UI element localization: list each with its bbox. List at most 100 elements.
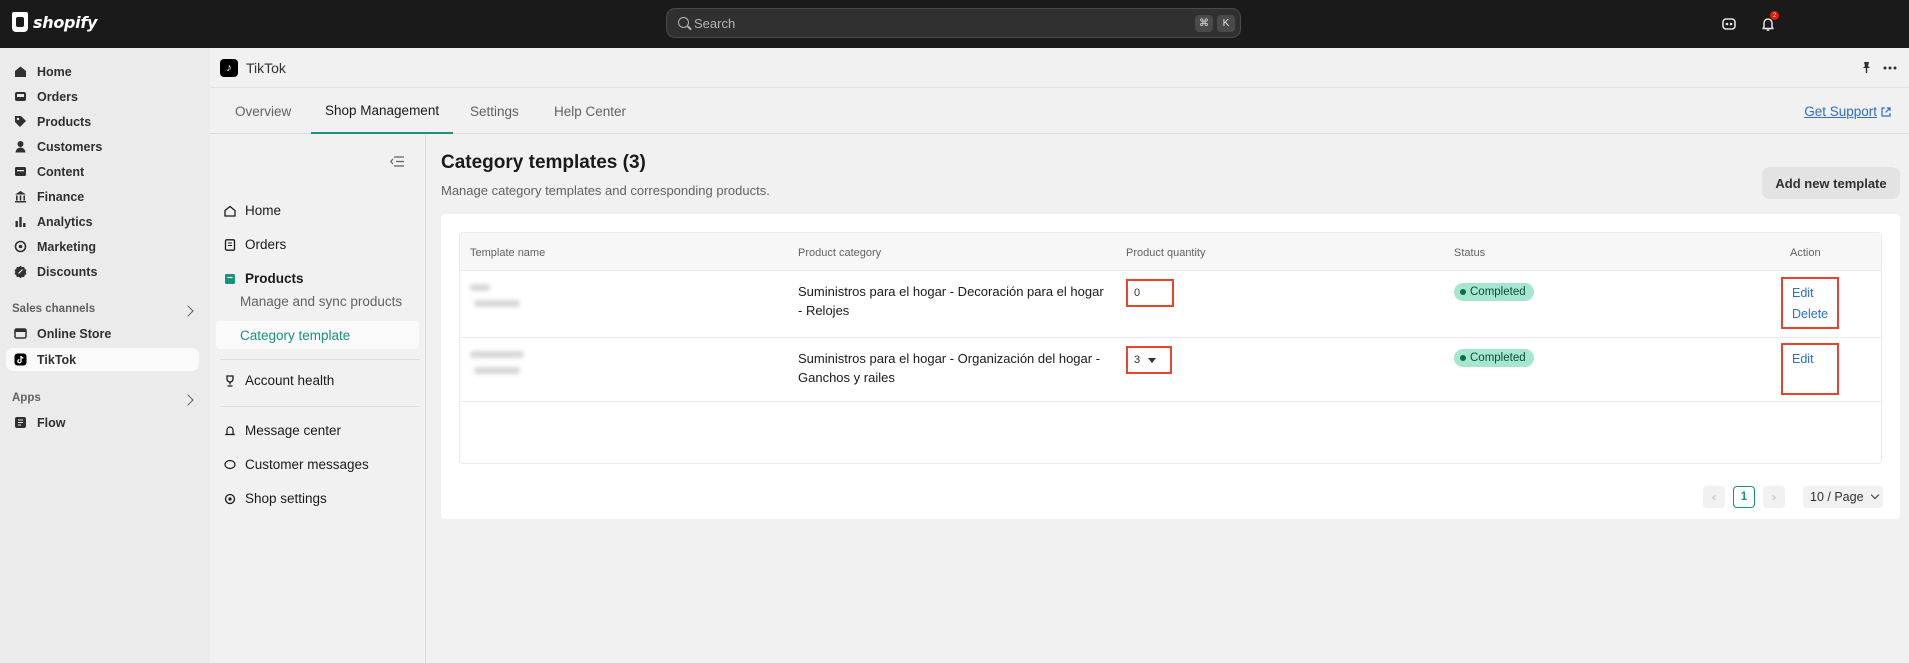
flow-icon	[15, 417, 26, 428]
redacted-template-name	[474, 367, 520, 374]
sales-channels-chevron-icon[interactable]	[182, 305, 194, 317]
nav-tiktok[interactable]: TikTok	[6, 348, 199, 371]
sales-channels-label: Sales channels	[12, 303, 96, 315]
collapse-menu-icon[interactable]	[390, 156, 404, 167]
person-icon	[15, 141, 26, 153]
redacted-template-name	[470, 284, 490, 291]
shopify-logo[interactable]: shopify	[12, 12, 97, 32]
quantity-input[interactable]: 0	[1126, 279, 1174, 307]
page-size-select[interactable]: 10 / Page	[1803, 486, 1883, 508]
target-icon	[14, 240, 27, 253]
next-page-button[interactable]: ›	[1763, 486, 1785, 508]
nav-tiktok-label: TikTok	[37, 352, 77, 367]
bell-icon[interactable]: 2	[1758, 11, 1779, 34]
inner-nav-customer-messages-label: Customer messages	[245, 457, 369, 472]
redacted-template-name	[470, 351, 524, 358]
nav-analytics[interactable]: Analytics	[6, 210, 199, 233]
templates-panel: Template name Product category Product q…	[441, 214, 1900, 519]
store-icon	[14, 328, 27, 339]
tag-icon	[15, 116, 26, 127]
inner-nav-account-health-label: Account health	[245, 373, 335, 388]
page-title: Category templates (3)	[441, 152, 646, 173]
add-new-template-button[interactable]: Add new template	[1762, 167, 1900, 199]
row-actions: Edit Delete	[1781, 277, 1839, 329]
inner-nav-customer-messages[interactable]: Customer messages	[224, 457, 369, 472]
nav-discounts[interactable]: Discounts	[6, 260, 199, 283]
table-header: Template name Product category Product q…	[460, 233, 1881, 271]
edit-link[interactable]: Edit	[1792, 285, 1837, 301]
table-row: Suministros para el hogar - Organización…	[460, 339, 1881, 402]
col-product-quantity: Product quantity	[1126, 247, 1206, 259]
delete-link[interactable]: Delete	[1792, 306, 1837, 322]
shopify-wordmark: shopify	[33, 12, 98, 32]
nav-home[interactable]: Home	[6, 60, 199, 83]
bank-icon	[15, 191, 26, 203]
col-status: Status	[1454, 247, 1486, 259]
edit-link[interactable]: Edit	[1792, 351, 1837, 367]
inner-nav-home[interactable]: Home	[224, 203, 281, 218]
inner-nav-category-template[interactable]: Category template	[216, 321, 419, 349]
nav-products[interactable]: Products	[6, 110, 199, 133]
get-support-link[interactable]: Get Support	[1804, 104, 1891, 119]
tab-shop-management[interactable]: Shop Management	[311, 88, 454, 134]
inner-nav-products[interactable]: Products	[224, 271, 304, 286]
tab-settings[interactable]: Settings	[470, 88, 519, 134]
pin-icon[interactable]	[1860, 61, 1873, 74]
page-number-button[interactable]: 1	[1733, 486, 1755, 508]
tiktok-app-logo-icon: ♪	[220, 59, 238, 77]
quantity-value: 0	[1134, 287, 1141, 299]
inner-nav-message-center[interactable]: Message center	[224, 423, 341, 438]
quantity-select[interactable]: 3	[1126, 346, 1172, 374]
nav-flow-label: Flow	[37, 415, 66, 430]
nav-finance-label: Finance	[37, 189, 85, 204]
more-options-icon[interactable]	[1883, 66, 1897, 70]
nav-online-store[interactable]: Online Store	[6, 322, 199, 345]
inner-nav-shop-settings[interactable]: Shop settings	[224, 491, 327, 506]
admin-sidebar: Home Orders Products Customers Content F…	[0, 48, 210, 663]
pagination: ‹ 1 › 10 / Page	[1703, 486, 1883, 508]
nav-online-store-label: Online Store	[37, 326, 112, 341]
nav-orders[interactable]: Orders	[6, 85, 199, 108]
inner-nav-message-center-label: Message center	[245, 423, 342, 438]
search-input[interactable]	[694, 13, 1094, 33]
orders-outline-icon	[224, 238, 236, 251]
inner-nav-divider	[220, 406, 420, 407]
nav-marketing[interactable]: Marketing	[6, 235, 199, 258]
status-label: Completed	[1470, 352, 1526, 364]
tab-overview[interactable]: Overview	[235, 88, 291, 134]
quantity-value: 3	[1134, 354, 1141, 366]
prev-page-button[interactable]: ‹	[1703, 486, 1725, 508]
inner-nav-account-health[interactable]: Account health	[224, 373, 334, 388]
nav-customers[interactable]: Customers	[6, 135, 199, 158]
search-bar[interactable]: ⌘ K	[666, 8, 1241, 38]
products-box-icon	[225, 273, 235, 284]
nav-content[interactable]: Content	[6, 160, 199, 183]
category-cell-line2: Ganchos y railes	[798, 370, 895, 385]
nav-discounts-label: Discounts	[37, 264, 98, 279]
status-badge: Completed	[1454, 349, 1534, 367]
col-template-name: Template name	[470, 247, 546, 259]
tabs-bar: Overview Shop Management Settings Help C…	[210, 88, 1909, 134]
page-size-label: 10 / Page	[1810, 490, 1864, 504]
tab-help-center[interactable]: Help Center	[554, 88, 626, 134]
shopify-bag-icon	[12, 12, 28, 32]
nav-products-label: Products	[37, 114, 92, 129]
nav-analytics-label: Analytics	[37, 214, 93, 229]
nav-finance[interactable]: Finance	[6, 185, 199, 208]
apps-chevron-icon[interactable]	[182, 394, 194, 406]
get-support-label: Get Support	[1804, 104, 1877, 119]
app-header: ♪ TikTok	[210, 48, 1909, 88]
inner-nav-manage-sync[interactable]: Manage and sync products	[216, 287, 419, 315]
tiktok-icon	[14, 353, 27, 366]
search-icon	[678, 17, 689, 28]
status-label: Completed	[1470, 286, 1526, 298]
chevron-down-icon	[1870, 490, 1879, 500]
nav-marketing-label: Marketing	[37, 239, 97, 254]
inbox-icon	[15, 92, 26, 101]
nav-flow[interactable]: Flow	[6, 411, 199, 434]
col-action: Action	[1790, 247, 1821, 259]
home-outline-icon	[224, 205, 236, 217]
assistant-face-icon[interactable]	[1719, 14, 1739, 34]
nav-customers-label: Customers	[37, 139, 103, 154]
inner-nav-orders[interactable]: Orders	[224, 237, 286, 252]
